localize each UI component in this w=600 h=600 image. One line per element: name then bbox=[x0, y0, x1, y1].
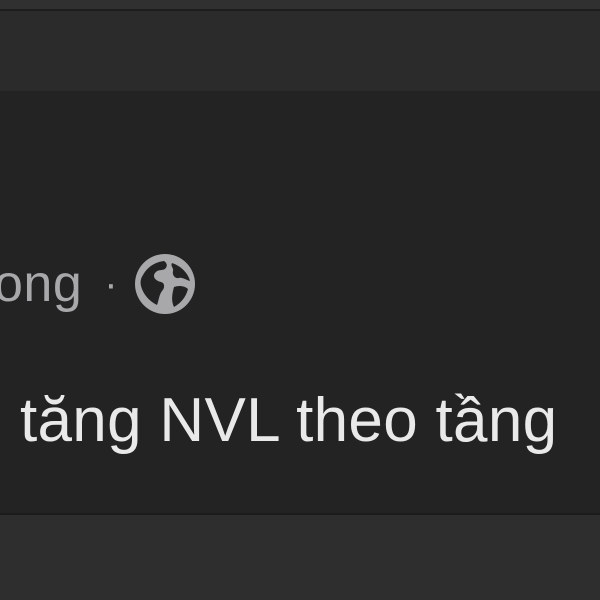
globe-icon[interactable] bbox=[134, 253, 196, 315]
header-bar bbox=[0, 11, 600, 91]
screen: ong · tăng NVL theo tầng bbox=[0, 0, 600, 600]
meta-separator: · bbox=[104, 261, 119, 306]
post-author-name[interactable]: ong bbox=[0, 254, 82, 314]
footer-bar bbox=[0, 515, 600, 600]
post-meta: ong · bbox=[0, 252, 196, 316]
post-text: tăng NVL theo tầng bbox=[20, 386, 558, 455]
